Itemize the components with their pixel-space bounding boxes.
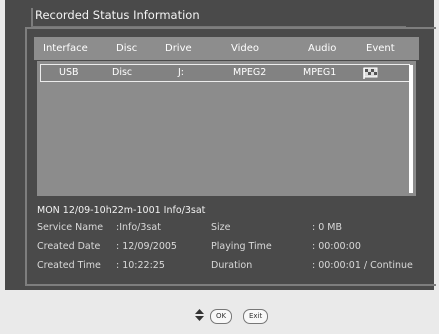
cell-audio: MPEG1 xyxy=(303,67,337,78)
service-name-value: :Info/3sat xyxy=(116,222,161,233)
column-video: Video xyxy=(231,43,260,54)
service-name-label: Service Name xyxy=(37,222,104,233)
table-row[interactable]: USB Disc J: MPEG2 MPEG1 xyxy=(40,64,410,82)
page-title: Recorded Status Information xyxy=(35,8,200,22)
button-bar: OK Exit xyxy=(0,305,439,334)
created-time-label: Created Time xyxy=(37,260,101,271)
created-time-value: : 10:22:25 xyxy=(116,260,165,271)
column-drive: Drive xyxy=(165,43,192,54)
list-scrollbar[interactable] xyxy=(409,65,413,193)
column-audio: Audio xyxy=(308,43,337,54)
column-interface: Interface xyxy=(43,43,88,54)
cell-drive: J: xyxy=(178,67,185,78)
event-flag-icon xyxy=(363,67,378,79)
created-date-value: : 12/09/2005 xyxy=(116,241,177,252)
column-disc: Disc xyxy=(116,43,138,54)
recording-list: USB Disc J: MPEG2 MPEG1 xyxy=(37,61,416,196)
size-value: : 0 MB xyxy=(312,222,342,233)
cell-video: MPEG2 xyxy=(233,67,267,78)
cell-interface: USB xyxy=(59,67,79,78)
playing-time-value: : 00:00:00 xyxy=(312,241,361,252)
up-down-arrow-icon xyxy=(195,309,204,321)
table-header: Interface Disc Drive Video Audio Event xyxy=(34,37,419,60)
title-rule xyxy=(31,8,33,26)
recording-summary: MON 12/09-10h22m-1001 Info/3sat xyxy=(37,205,206,216)
exit-button[interactable]: Exit xyxy=(243,309,269,324)
duration-value: : 00:00:01 / Continue xyxy=(312,260,413,271)
size-label: Size xyxy=(211,222,231,233)
duration-label: Duration xyxy=(211,260,253,271)
column-event: Event xyxy=(366,43,395,54)
created-date-label: Created Date xyxy=(37,241,101,252)
ok-button[interactable]: OK xyxy=(210,309,233,324)
cell-disc: Disc xyxy=(112,67,133,78)
playing-time-label: Playing Time xyxy=(211,241,272,252)
